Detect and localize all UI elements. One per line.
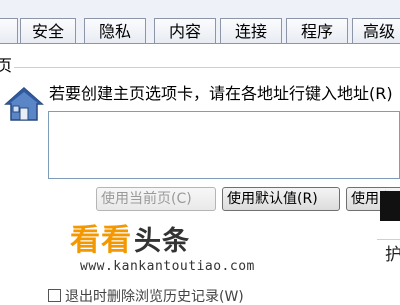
section-divider xyxy=(14,67,400,68)
checkbox-box[interactable] xyxy=(48,289,61,302)
tab-privacy[interactable]: 隐私 xyxy=(84,18,146,44)
watermark-url: www.kankantoutiao.com xyxy=(80,259,255,274)
tab-strip: 安全 隐私 内容 连接 程序 高级 xyxy=(0,0,400,44)
browsing-history-label-partial: 护 xyxy=(385,245,400,265)
edge-artifact xyxy=(380,191,400,221)
section-divider-lower xyxy=(377,239,400,240)
homepage-address-input[interactable] xyxy=(48,111,400,179)
tab-content[interactable]: 内容 xyxy=(154,18,216,44)
homepage-instruction: 若要创建主页选项卡，请在各地址行键入地址(R) xyxy=(49,84,393,103)
tab-advanced[interactable]: 高级 xyxy=(352,18,400,44)
delete-history-label: 退出时删除浏览历史记录(W) xyxy=(65,289,244,305)
tab-security[interactable]: 安全 xyxy=(20,18,76,44)
watermark-brand-part1: 看看 xyxy=(70,223,132,258)
homepage-section-label: 页 xyxy=(0,56,13,75)
tab-general-partial[interactable] xyxy=(0,18,18,44)
home-icon xyxy=(4,86,44,121)
use-default-button[interactable]: 使用默认值(R) xyxy=(222,187,340,211)
delete-history-on-exit-checkbox[interactable]: 退出时删除浏览历史记录(W) xyxy=(48,289,244,304)
tab-underline xyxy=(0,43,400,44)
watermark-brand-part2: 头条 xyxy=(134,226,190,257)
use-current-button[interactable]: 使用当前页(C) xyxy=(96,187,216,211)
watermark: 看看头条 www.kankantoutiao.com xyxy=(70,224,320,284)
tab-programs[interactable]: 程序 xyxy=(286,18,348,44)
tab-connections[interactable]: 连接 xyxy=(220,18,282,44)
watermark-brand: 看看头条 xyxy=(70,224,190,259)
